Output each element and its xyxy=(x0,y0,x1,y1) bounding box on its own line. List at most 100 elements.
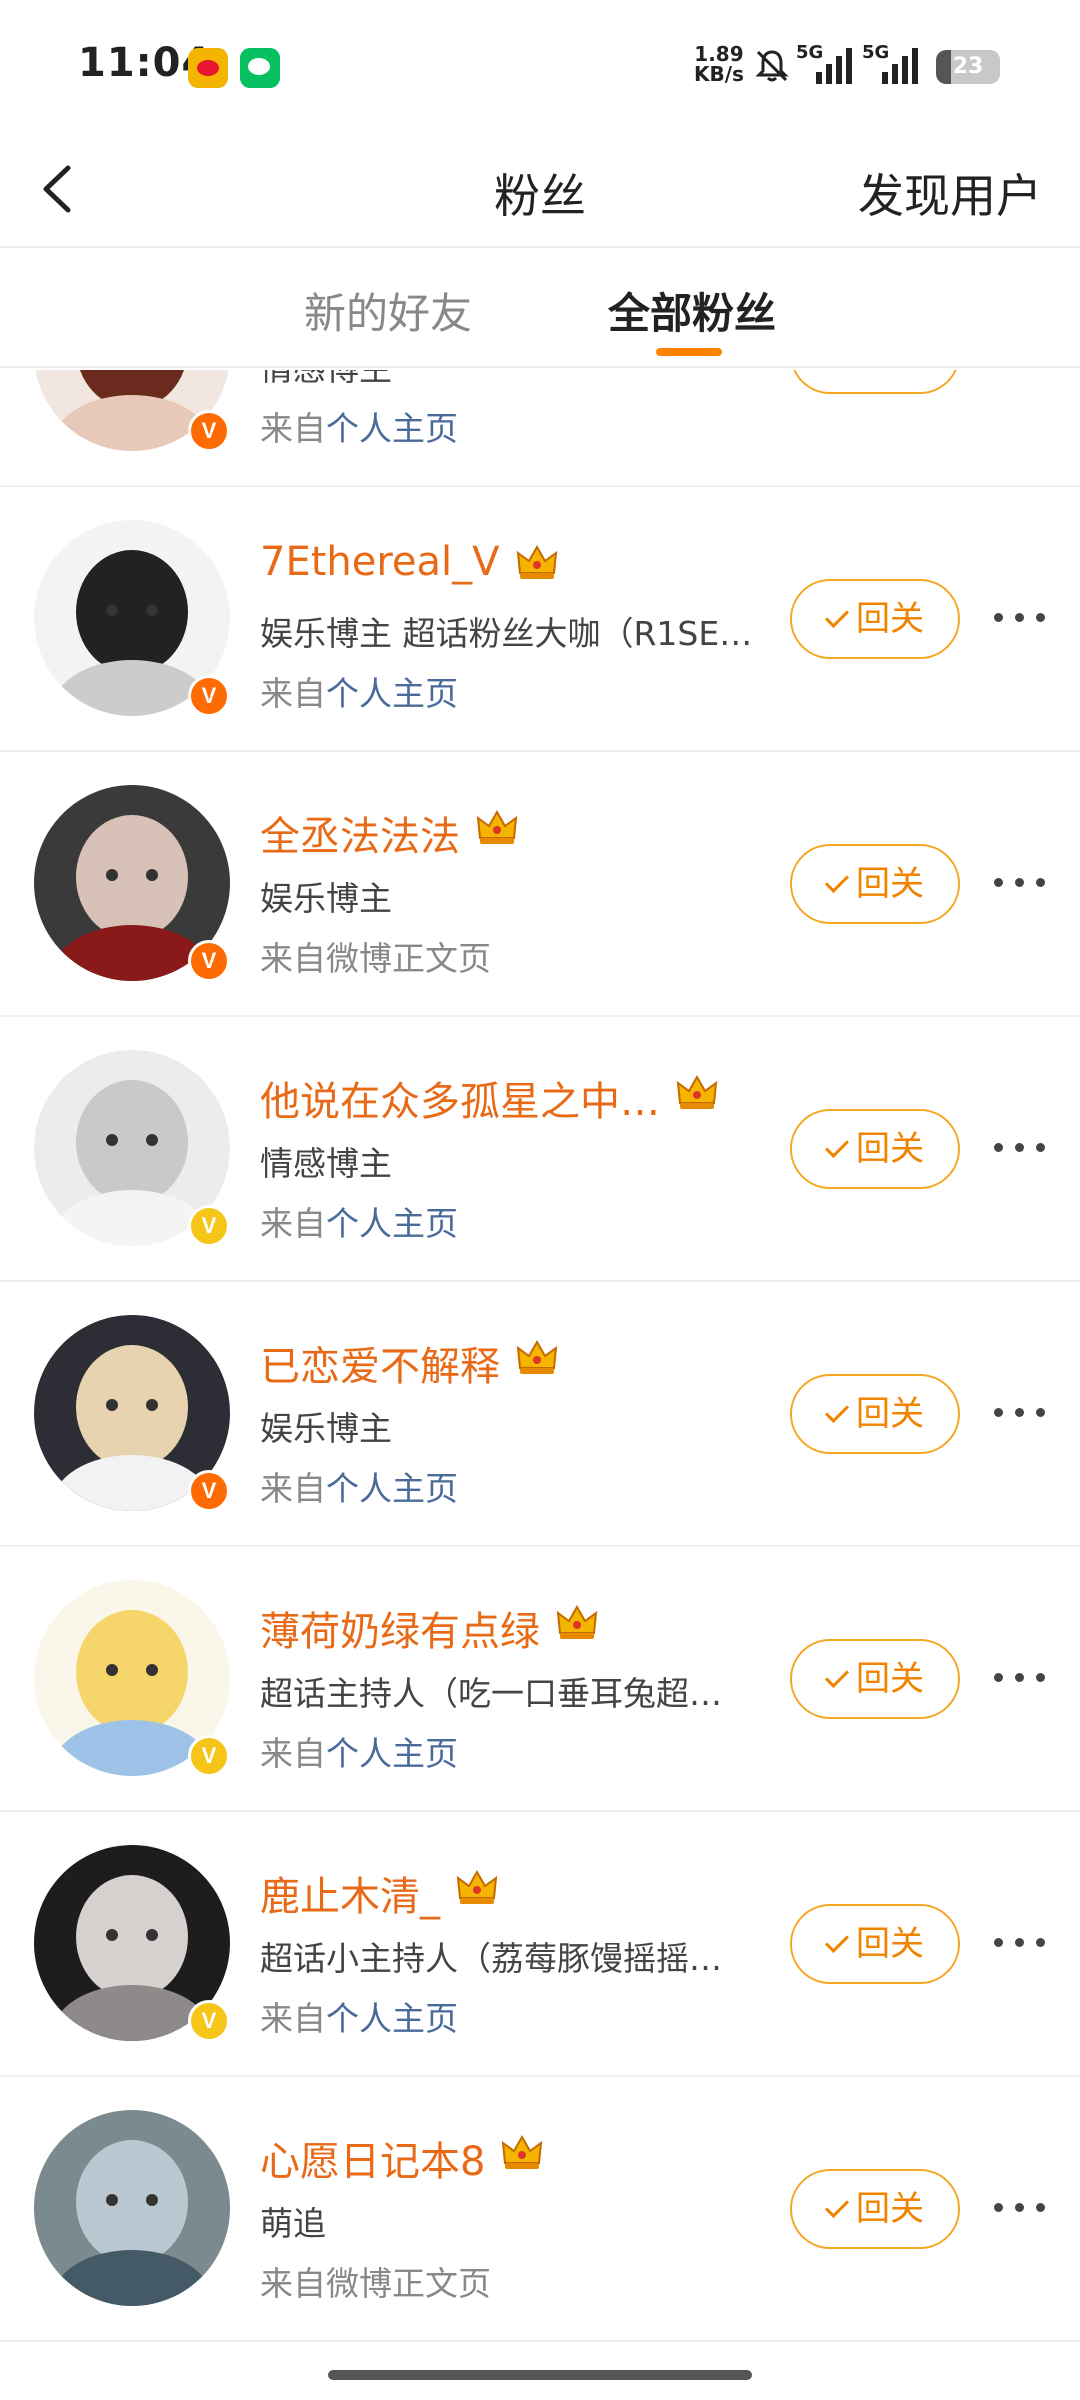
checkmark-icon xyxy=(824,1133,850,1159)
battery-icon: 23 xyxy=(936,50,1000,84)
source-prefix: 来自 xyxy=(260,409,326,448)
follower-row[interactable]: V 已恋爱不解释 娱乐博主 来自个人主页 回关 xyxy=(0,1282,1080,1547)
follower-description: 超话主持人（吃一口垂耳兔超… xyxy=(260,1674,722,1713)
follow-back-label: 回关 xyxy=(856,1924,924,1964)
follower-row[interactable]: V 全丞法法法 娱乐博主 来自微博正文页 回关 xyxy=(0,752,1080,1017)
source-prefix: 来自微博正文页 xyxy=(260,939,491,978)
follower-source: 来自个人主页 xyxy=(260,1197,458,1245)
follower-row[interactable]: V 薄荷奶绿有点绿 超话主持人（吃一口垂耳兔超… 来自个人主页 回关 xyxy=(0,1547,1080,1812)
source-link[interactable]: 个人主页 xyxy=(326,1204,458,1243)
checkmark-icon xyxy=(824,868,850,894)
follow-back-button[interactable]: 回关 xyxy=(790,1639,960,1719)
follow-back-button[interactable]: 回关 xyxy=(790,2169,960,2249)
follow-back-button[interactable]: 回关 xyxy=(790,370,960,394)
follower-row[interactable]: V 鹿止木清_ 超话小主持人（荔莓豚馒摇摇… 来自个人主页 回关 xyxy=(0,1812,1080,2077)
source-link[interactable]: 个人主页 xyxy=(326,674,458,713)
signal-icon: 5G xyxy=(862,42,924,88)
follow-back-button[interactable]: 回关 xyxy=(790,1904,960,1984)
network-speed: 1.89 KB/s xyxy=(694,44,744,84)
source-link[interactable]: 个人主页 xyxy=(326,1469,458,1508)
follow-back-button[interactable]: 回关 xyxy=(790,1374,960,1454)
follow-back-button[interactable]: 回关 xyxy=(790,1109,960,1189)
follower-source: 来自微博正文页 xyxy=(260,932,491,980)
follower-source: 来自个人主页 xyxy=(260,1727,458,1775)
checkmark-icon xyxy=(824,1663,850,1689)
follower-source: 来自个人主页 xyxy=(260,1992,458,2040)
avatar[interactable] xyxy=(34,2110,230,2306)
follower-name[interactable]: 鹿止木清_ xyxy=(260,1864,440,1922)
follower-source: 来自个人主页 xyxy=(260,1462,458,1510)
signal-icon: 5G xyxy=(796,42,858,88)
source-prefix: 来自 xyxy=(260,1999,326,2038)
verified-badge-icon: V xyxy=(188,1205,230,1247)
verified-badge-icon: V xyxy=(188,1470,230,1512)
follower-name[interactable]: 已恋爱不解释 xyxy=(260,1334,500,1392)
more-options-icon[interactable] xyxy=(990,1659,1050,1699)
follower-row[interactable]: 心愿日记本8 萌追 来自微博正文页 回关 xyxy=(0,2077,1080,2342)
follow-back-label: 回关 xyxy=(856,599,924,639)
home-indicator[interactable] xyxy=(328,2370,752,2380)
follower-name[interactable]: 心愿日记本8 xyxy=(260,2129,485,2187)
follower-row[interactable]: V 他说在众多孤星之中… 情感博主 来自个人主页 回关 xyxy=(0,1017,1080,1282)
tab-new-friends[interactable]: 新的好友 xyxy=(304,280,472,341)
follower-name[interactable]: 薄荷奶绿有点绿 xyxy=(260,1599,540,1657)
follow-back-label: 回关 xyxy=(856,1659,924,1699)
crown-icon xyxy=(516,1339,558,1374)
follow-back-label: 回关 xyxy=(856,2189,924,2229)
verified-badge-icon: V xyxy=(188,1735,230,1777)
follower-description: 情感博主 xyxy=(260,370,392,390)
crown-icon xyxy=(516,544,558,579)
battery-level: 23 xyxy=(952,54,984,79)
follower-row[interactable]: V 情感博主 来自个人主页 回关 xyxy=(0,370,1080,487)
active-tab-indicator xyxy=(656,348,722,356)
crown-icon xyxy=(501,2134,543,2169)
crown-icon xyxy=(676,1074,718,1109)
follower-source: 来自微博正文页 xyxy=(260,2257,491,2305)
source-link[interactable]: 个人主页 xyxy=(326,1999,458,2038)
follower-name[interactable]: 7Ethereal_V xyxy=(260,539,500,585)
checkmark-icon xyxy=(824,1928,850,1954)
follow-back-label: 回关 xyxy=(856,1129,924,1169)
follow-back-button[interactable]: 回关 xyxy=(790,844,960,924)
follow-back-label: 回关 xyxy=(856,864,924,904)
follower-list[interactable]: V 情感博主 来自个人主页 回关 V 7Ethereal_V 娱乐博主 超话粉丝… xyxy=(0,370,1080,2360)
source-prefix: 来自 xyxy=(260,1469,326,1508)
follow-back-label: 回关 xyxy=(856,370,924,374)
follow-back-label: 回关 xyxy=(856,1394,924,1434)
checkmark-icon xyxy=(824,1398,850,1424)
follower-description: 娱乐博主 xyxy=(260,879,392,918)
follower-description: 超话小主持人（荔莓豚馒摇摇… xyxy=(260,1939,722,1978)
more-options-icon[interactable] xyxy=(990,864,1050,904)
more-options-icon[interactable] xyxy=(990,1924,1050,1964)
follower-row[interactable]: V 7Ethereal_V 娱乐博主 超话粉丝大咖（R1SE… 来自个人主页 回… xyxy=(0,487,1080,752)
bell-mute-icon xyxy=(755,50,789,82)
follower-source: 来自个人主页 xyxy=(260,667,458,715)
more-options-icon[interactable] xyxy=(990,370,1050,374)
tab-all-fans[interactable]: 全部粉丝 xyxy=(608,280,776,341)
discover-users-button[interactable]: 发现用户 xyxy=(858,160,1042,226)
source-link[interactable]: 个人主页 xyxy=(326,409,458,448)
more-options-icon[interactable] xyxy=(990,599,1050,639)
more-options-icon[interactable] xyxy=(990,1394,1050,1434)
weibo-app-icon xyxy=(188,48,228,88)
follower-description: 娱乐博主 超话粉丝大咖（R1SE… xyxy=(260,614,753,653)
more-options-icon[interactable] xyxy=(990,1129,1050,1169)
verified-badge-icon: V xyxy=(188,675,230,717)
checkmark-icon xyxy=(824,2193,850,2219)
verified-badge-icon: V xyxy=(188,2000,230,2042)
checkmark-icon xyxy=(824,603,850,629)
follower-name[interactable]: 全丞法法法 xyxy=(260,804,460,862)
source-prefix: 来自 xyxy=(260,1734,326,1773)
back-arrow-icon[interactable] xyxy=(30,154,90,224)
more-options-icon[interactable] xyxy=(990,2189,1050,2229)
wechat-app-icon xyxy=(240,48,280,88)
source-prefix: 来自 xyxy=(260,674,326,713)
follow-back-button[interactable]: 回关 xyxy=(790,579,960,659)
crown-icon xyxy=(456,1869,498,1904)
source-prefix: 来自微博正文页 xyxy=(260,2264,491,2303)
follower-name[interactable]: 他说在众多孤星之中… xyxy=(260,1069,660,1127)
status-bar: 11:04 1.89 KB/s 5G 5G 23 xyxy=(0,0,1080,130)
source-link[interactable]: 个人主页 xyxy=(326,1734,458,1773)
follower-source: 来自个人主页 xyxy=(260,402,458,450)
network-speed-unit: KB/s xyxy=(694,62,744,86)
